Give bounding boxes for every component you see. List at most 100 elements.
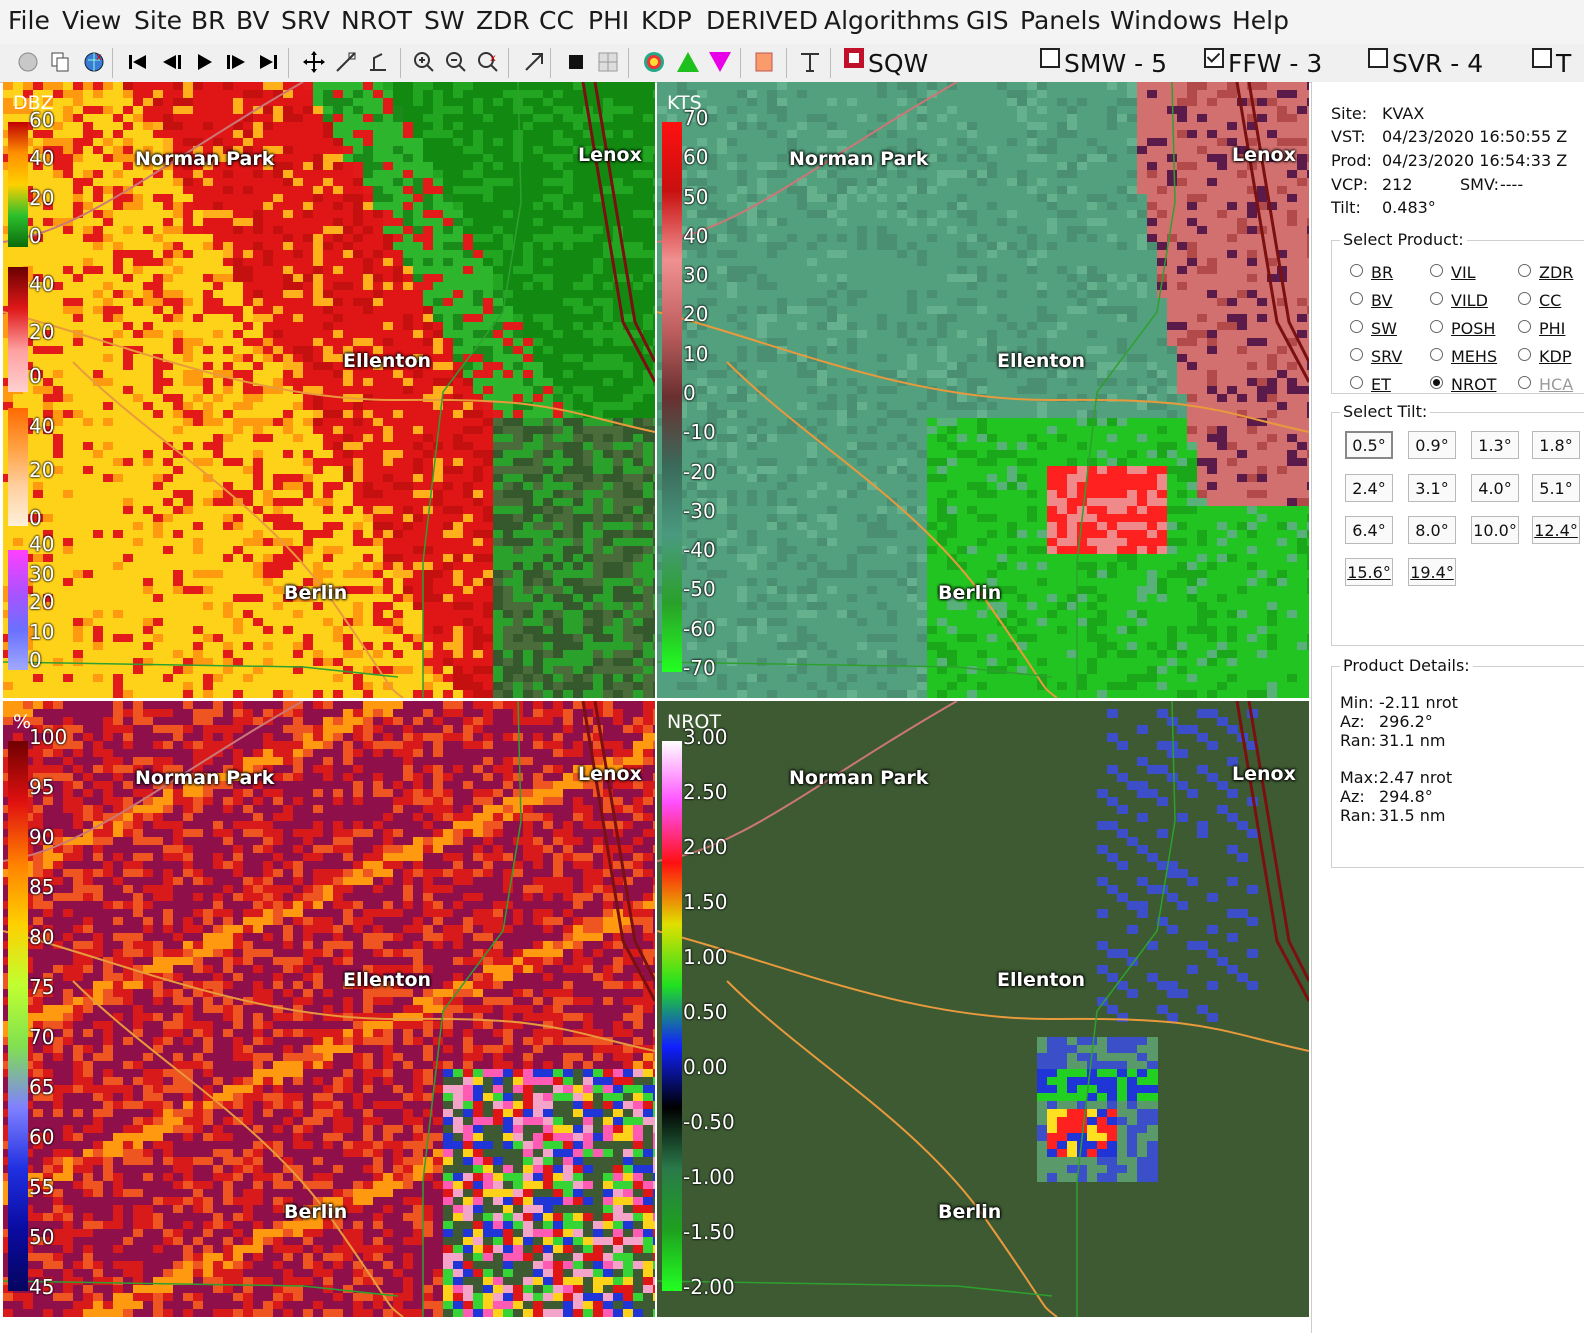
warning-toggle-smw[interactable]: SMW - 5	[1040, 48, 1167, 78]
menu-site[interactable]: Site	[134, 6, 182, 35]
tilt-button[interactable]: 8.0°	[1408, 516, 1456, 544]
menu-br[interactable]: BR	[191, 6, 226, 35]
radio-dot[interactable]	[1430, 264, 1443, 277]
product-radio-hca[interactable]: HCA	[1518, 375, 1573, 394]
velocity-panel[interactable]: KTS 70 60 50 40 30 20 10 0 -10 -20 -30 -40 -50 -60 -70 N…	[657, 82, 1309, 698]
menu-phi[interactable]: PHI	[588, 6, 629, 35]
magenta-triangle-icon[interactable]	[706, 48, 734, 76]
product-radio-cc[interactable]: CC	[1518, 291, 1561, 310]
play-icon[interactable]	[190, 48, 218, 76]
radio-dot[interactable]	[1350, 376, 1363, 389]
radio-dot[interactable]	[1518, 376, 1531, 389]
warning-toggle-ffw[interactable]: FFW - 3	[1204, 48, 1322, 78]
tilt-button[interactable]: 0.5°	[1345, 431, 1393, 459]
menu-algorithms[interactable]: Algorithms	[824, 6, 959, 35]
product-radio-sw[interactable]: SW	[1350, 319, 1397, 338]
menu-panels[interactable]: Panels	[1020, 6, 1100, 35]
menu-view[interactable]: View	[62, 6, 121, 35]
warning-toggle-t[interactable]: T	[1532, 48, 1571, 78]
nrot-panel[interactable]: NROT 3.00 2.50 2.00 1.50 1.00 0.50 0.00 -0.50 -1.…	[657, 701, 1309, 1317]
warning-toggle-svr[interactable]: SVR - 4	[1368, 48, 1483, 78]
tilt-button[interactable]: 4.0°	[1471, 474, 1519, 502]
product-radio-kdp[interactable]: KDP	[1518, 347, 1571, 366]
radio-dot[interactable]	[1518, 320, 1531, 333]
product-radio-bv[interactable]: BV	[1350, 291, 1392, 310]
product-radio-vild[interactable]: VILD	[1430, 291, 1488, 310]
tilt-button[interactable]: 1.3°	[1471, 431, 1519, 459]
menu-cc[interactable]: CC	[539, 6, 574, 35]
radio-dot[interactable]	[1350, 320, 1363, 333]
product-radio-vil[interactable]: VIL	[1430, 263, 1476, 282]
reflectivity-panel[interactable]: DBZ 60 40 20 0 40 20 0 40 20 0 40 30 20 10 0 Norman Park…	[3, 82, 655, 698]
menu-nrot[interactable]: NROT	[341, 6, 412, 35]
menu-gis[interactable]: GIS	[966, 6, 1009, 35]
color-wheel-icon[interactable]	[640, 48, 668, 76]
last-frame-icon[interactable]	[254, 48, 282, 76]
tilt-button[interactable]: 2.4°	[1345, 474, 1393, 502]
radar-map[interactable]	[3, 701, 655, 1317]
copy-icon[interactable]	[46, 48, 74, 76]
tilt-button[interactable]: 5.1°	[1532, 474, 1580, 502]
product-radio-nrot[interactable]: NROT	[1430, 375, 1496, 394]
menu-windows[interactable]: Windows	[1110, 6, 1222, 35]
menu-zdr[interactable]: ZDR	[476, 6, 530, 35]
radio-dot[interactable]	[1518, 264, 1531, 277]
measure-icon[interactable]	[332, 48, 360, 76]
menu-derived[interactable]: DERIVED	[706, 6, 818, 35]
tilt-button[interactable]: 3.1°	[1408, 474, 1456, 502]
warning-toggle-sqw[interactable]: SQW	[844, 48, 928, 78]
radar-map[interactable]	[657, 82, 1309, 698]
orange-square-icon[interactable]	[750, 48, 778, 76]
radio-dot[interactable]	[1430, 292, 1443, 305]
green-triangle-icon[interactable]	[674, 48, 702, 76]
menu-sw[interactable]: SW	[424, 6, 465, 35]
checkbox[interactable]	[1040, 48, 1060, 68]
pan-icon[interactable]	[300, 48, 328, 76]
product-radio-posh[interactable]: POSH	[1430, 319, 1495, 338]
product-radio-mehs[interactable]: MEHS	[1430, 347, 1497, 366]
menu-bv[interactable]: BV	[236, 6, 269, 35]
radio-dot[interactable]	[1430, 320, 1443, 333]
checkbox[interactable]	[1532, 48, 1552, 68]
product-radio-zdr[interactable]: ZDR	[1518, 263, 1573, 282]
product-radio-et[interactable]: ET	[1350, 375, 1391, 394]
tilt-button[interactable]: 10.0°	[1471, 516, 1519, 544]
tilt-button[interactable]: 0.9°	[1408, 431, 1456, 459]
step-forward-icon[interactable]	[222, 48, 250, 76]
arrow-icon[interactable]	[520, 48, 548, 76]
site-globe-icon[interactable]: x	[80, 48, 108, 76]
radio-dot[interactable]	[1518, 292, 1531, 305]
tilt-button[interactable]: 15.6°	[1345, 558, 1393, 586]
product-radio-phi[interactable]: PHI	[1518, 319, 1565, 338]
radio-dot[interactable]	[1350, 292, 1363, 305]
menu-help[interactable]: Help	[1232, 6, 1289, 35]
checkbox[interactable]	[844, 48, 864, 68]
black-square-icon[interactable]	[562, 48, 590, 76]
checkbox[interactable]	[1204, 48, 1224, 68]
radio-dot[interactable]	[1430, 376, 1443, 389]
tilt-button[interactable]: 12.4°	[1532, 516, 1580, 544]
globe-icon[interactable]	[14, 48, 42, 76]
menu-file[interactable]: File	[8, 6, 50, 35]
first-frame-icon[interactable]	[124, 48, 152, 76]
tilt-button[interactable]: 1.8°	[1532, 431, 1580, 459]
tilt-button[interactable]: 6.4°	[1345, 516, 1393, 544]
radio-dot[interactable]	[1430, 348, 1443, 361]
menu-srv[interactable]: SRV	[281, 6, 330, 35]
product-radio-srv[interactable]: SRV	[1350, 347, 1402, 366]
radio-dot[interactable]	[1518, 348, 1531, 361]
correlation-panel[interactable]: % 100 95 90 85 80 75 70 65 60 55 50 45 Norman Park Len…	[3, 701, 655, 1317]
radio-dot[interactable]	[1350, 264, 1363, 277]
text-icon[interactable]	[796, 48, 824, 76]
probe-icon[interactable]	[364, 48, 392, 76]
tilt-button[interactable]: 19.4°	[1408, 558, 1456, 586]
radio-dot[interactable]	[1350, 348, 1363, 361]
checkbox[interactable]	[1368, 48, 1388, 68]
menu-kdp[interactable]: KDP	[641, 6, 692, 35]
grid-icon[interactable]	[594, 48, 622, 76]
zoom-out-icon[interactable]: x	[474, 48, 502, 76]
step-back-icon[interactable]	[158, 48, 186, 76]
radar-map[interactable]	[657, 701, 1309, 1317]
zoom-reset-icon[interactable]	[442, 48, 470, 76]
radar-map[interactable]	[3, 82, 655, 698]
